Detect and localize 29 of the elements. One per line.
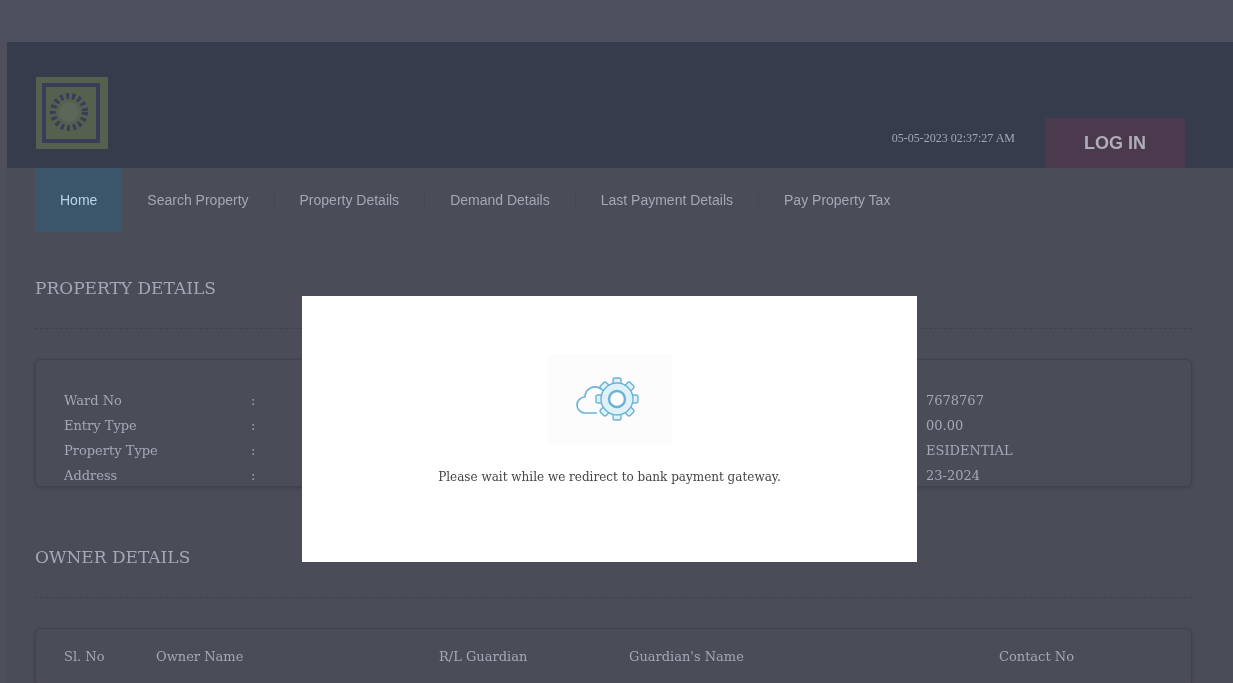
nav-tab[interactable]: Home <box>35 168 123 232</box>
logo-icon <box>35 76 109 150</box>
colon-separator: : <box>251 467 257 485</box>
nav-tab[interactable]: Demand Details <box>425 168 575 232</box>
nav-tab[interactable]: Last Payment Details <box>575 168 759 232</box>
column-header: Contact No <box>999 649 1074 666</box>
field-value: 7678767 <box>926 392 985 410</box>
column-header: Guardian's Name <box>629 649 745 666</box>
field-value: ESIDENTIAL <box>926 442 1013 460</box>
nav-tab[interactable]: Search Property <box>122 168 274 232</box>
field-label: Entry Type <box>64 417 138 435</box>
field-value: 23-2024 <box>926 467 982 485</box>
date-time: 05-05-2023 02:37:27 AM <box>891 131 1015 146</box>
field-label: Ward No <box>64 392 123 410</box>
login-button[interactable]: LOG IN <box>1045 118 1185 168</box>
nav-tab[interactable]: Property Details <box>274 168 425 232</box>
column-header: R/L Guardian <box>439 649 529 666</box>
nav-tab[interactable]: Pay Property Tax <box>759 168 916 232</box>
colon-separator: : <box>251 417 257 435</box>
field-label: Address <box>64 467 119 485</box>
section-title: PROPERTY DETAILS <box>35 277 217 298</box>
colon-separator: : <box>251 392 257 410</box>
field-value: 00.00 <box>926 417 965 435</box>
section-title: OWNER DETAILS <box>35 546 192 567</box>
loading-message: Please wait while we redirect to bank payment gateway. <box>438 470 781 484</box>
colon-separator: : <box>251 442 257 460</box>
column-header: Owner Name <box>156 649 245 666</box>
column-header: Sl. No <box>64 649 106 666</box>
field-label: Property Type <box>64 442 159 460</box>
